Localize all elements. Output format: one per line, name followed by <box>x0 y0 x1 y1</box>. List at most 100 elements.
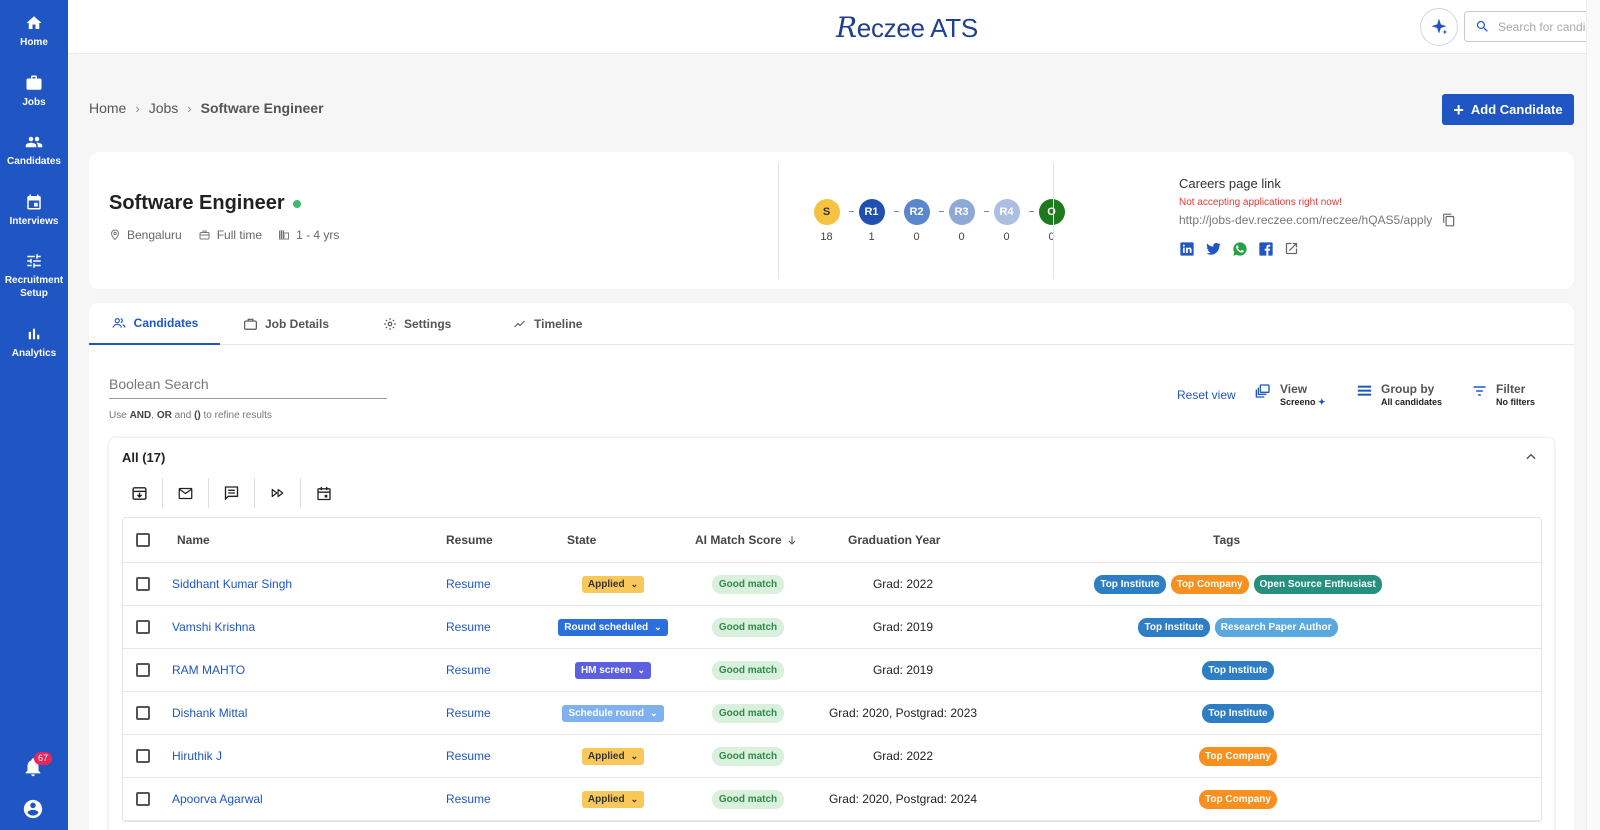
tab-settings[interactable]: Settings <box>383 303 451 345</box>
resume-link[interactable]: Resume <box>446 563 491 605</box>
stage-count: 0 <box>1048 231 1055 243</box>
tab-candidates[interactable]: Candidates <box>89 303 220 345</box>
work-type-icon <box>199 230 210 240</box>
sidebar-item-home[interactable]: Home <box>0 14 68 49</box>
pipeline-stage[interactable]: R3 0 <box>939 199 989 243</box>
pipeline-stage[interactable]: S 18 <box>804 199 854 243</box>
state-dropdown[interactable]: Round scheduled ⌄ <box>558 618 668 636</box>
sidebar-item-candidates[interactable]: Candidates <box>0 133 68 168</box>
tab-timeline[interactable]: Timeline <box>512 303 582 345</box>
candidate-tag: Top Institute <box>1202 660 1274 680</box>
whatsapp-icon[interactable] <box>1232 241 1248 257</box>
chevron-up-icon[interactable] <box>1524 450 1538 464</box>
row-checkbox[interactable] <box>136 706 150 720</box>
resume-link[interactable]: Resume <box>446 735 491 777</box>
column-header-ai-score[interactable]: AI Match Score <box>695 518 798 562</box>
pipeline-stage[interactable]: R2 0 <box>894 199 944 243</box>
table-row[interactable]: Hiruthik J Resume Applied ⌄ Good match Grad: … <box>123 735 1541 778</box>
filter-selector[interactable]: Filter No filters <box>1471 383 1535 409</box>
twitter-icon[interactable] <box>1205 241 1222 257</box>
reset-view-link[interactable]: Reset view <box>1177 388 1236 402</box>
stage-count: 0 <box>1003 231 1010 243</box>
pipeline-stage[interactable]: O0 <box>1029 199 1074 243</box>
table-row[interactable]: Vamshi Krishna Resume Round scheduled ⌄ Good… <box>123 606 1541 649</box>
facebook-icon[interactable] <box>1258 241 1274 257</box>
careers-url[interactable]: http://jobs-dev.reczee.com/reczee/hQAS5/… <box>1179 213 1432 227</box>
pipeline-stage[interactable]: R4 0 <box>984 199 1034 243</box>
social-share <box>1179 241 1456 257</box>
view-selector[interactable]: View Screeno ✦ <box>1254 383 1326 409</box>
candidate-name-link[interactable]: RAM MAHTO <box>172 649 245 691</box>
copy-icon[interactable] <box>1442 213 1456 227</box>
building-icon <box>279 230 290 240</box>
careers-warning: Not accepting applications right now! <box>1179 197 1342 208</box>
reczee-logo[interactable]: Reczee ATS <box>836 11 978 44</box>
careers-title: Careers page link <box>1179 176 1281 191</box>
boolean-search-input[interactable] <box>109 376 387 392</box>
breadcrumb-jobs[interactable]: Jobs <box>149 100 179 116</box>
state-dropdown[interactable]: Applied ⌄ <box>581 790 645 808</box>
briefcase-icon <box>26 75 42 90</box>
table-row[interactable]: Siddhant Kumar Singh Resume Applied ⌄ Good m… <box>123 563 1541 606</box>
resume-link[interactable]: Resume <box>446 692 491 734</box>
candidate-name-link[interactable]: Dishank Mittal <box>172 692 247 734</box>
row-checkbox[interactable] <box>136 577 150 591</box>
tags-cell: Top Company <box>1023 778 1453 820</box>
stage-circle: R2 <box>903 199 930 225</box>
candidate-tag: Research Paper Author <box>1214 617 1338 637</box>
row-checkbox[interactable] <box>136 749 150 763</box>
email-button[interactable] <box>163 478 209 508</box>
external-link-icon[interactable] <box>1284 241 1299 256</box>
trend-line-icon <box>514 320 525 328</box>
sidebar-item-label: Recruitment Setup <box>4 275 64 299</box>
table-row[interactable]: RAM MAHTO Resume HM screen ⌄ Good match Grad:… <box>123 649 1541 692</box>
add-candidate-button[interactable]: + Add Candidate <box>1442 94 1574 125</box>
resume-link[interactable]: Resume <box>446 778 491 820</box>
group-by-selector[interactable]: Group by All candidates <box>1356 383 1442 409</box>
sidebar-item-label: Candidates <box>7 156 61 167</box>
arrow-down-icon <box>788 536 796 545</box>
row-checkbox[interactable] <box>136 792 150 806</box>
sidebar-item-interviews[interactable]: Interviews <box>0 193 68 228</box>
table-row[interactable]: Dishank Mittal Resume Schedule round ⌄ Good … <box>123 692 1541 735</box>
boolean-search-field[interactable] <box>109 376 387 399</box>
job-title: Software Engineer <box>109 192 301 215</box>
state-dropdown[interactable]: Schedule round ⌄ <box>562 704 664 722</box>
stage-count: 0 <box>958 231 965 243</box>
sidebar-item-jobs[interactable]: Jobs <box>0 74 68 109</box>
stage-count: 0 <box>913 231 920 243</box>
profile-button[interactable] <box>22 798 44 825</box>
select-all-checkbox[interactable] <box>136 533 150 547</box>
stage-circle: R4 <box>993 199 1020 225</box>
state-dropdown[interactable]: Applied ⌄ <box>581 575 645 593</box>
column-header-state: State <box>567 533 597 547</box>
resume-link[interactable]: Resume <box>446 649 491 691</box>
table-row[interactable]: Apoorva Agarwal Resume Applied ⌄ Good match G… <box>123 778 1541 821</box>
pipeline-stage[interactable]: R1 1 <box>849 199 899 243</box>
resume-link[interactable]: Resume <box>446 606 491 648</box>
column-header-name[interactable]: Name <box>177 518 210 562</box>
candidate-name-link[interactable]: Vamshi Krishna <box>172 606 255 648</box>
candidate-name-link[interactable]: Hiruthik J <box>172 735 222 777</box>
tab-job-details[interactable]: Job Details <box>243 303 329 345</box>
candidate-search-input[interactable] <box>1498 19 1600 34</box>
candidate-name-link[interactable]: Siddhant Kumar Singh <box>172 563 292 605</box>
job-status-dot <box>292 199 301 208</box>
state-dropdown[interactable]: Applied ⌄ <box>581 747 645 765</box>
schedule-button[interactable] <box>301 478 347 508</box>
state-dropdown[interactable]: HM screen ⌄ <box>574 661 652 679</box>
move-stage-button[interactable] <box>255 478 301 508</box>
sidebar-item-recruitment-setup[interactable]: Recruitment Setup <box>0 252 68 300</box>
ai-assistant-button[interactable] <box>1420 8 1458 46</box>
page-scrollbar[interactable] <box>1586 0 1600 830</box>
candidate-search-box[interactable] <box>1464 11 1600 42</box>
candidate-name-link[interactable]: Apoorva Agarwal <box>172 778 263 820</box>
row-checkbox[interactable] <box>136 663 150 677</box>
archive-button[interactable] <box>117 478 163 508</box>
row-checkbox[interactable] <box>136 620 150 634</box>
linkedin-icon[interactable] <box>1179 241 1195 257</box>
sidebar-item-analytics[interactable]: Analytics <box>0 325 68 360</box>
tags-cell: Top Institute Top Company Open Source Enth… <box>1023 563 1453 605</box>
message-button[interactable] <box>209 478 255 508</box>
breadcrumb-home[interactable]: Home <box>89 100 126 116</box>
